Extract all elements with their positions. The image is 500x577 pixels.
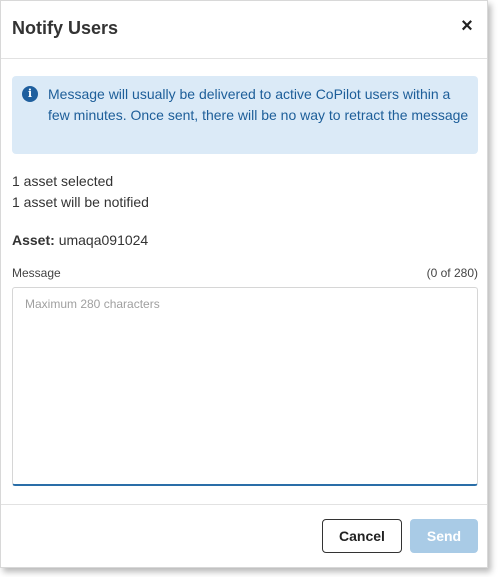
character-counter: (0 of 280): [426, 266, 478, 280]
dialog-title: Notify Users: [12, 18, 119, 38]
info-banner: i Message will usually be delivered to a…: [12, 76, 478, 154]
cancel-button[interactable]: Cancel: [322, 519, 402, 553]
message-textarea[interactable]: [12, 287, 478, 486]
notify-users-dialog: Notify Users × i Message will usually be…: [0, 0, 488, 568]
dialog-header: Notify Users ×: [1, 1, 487, 59]
assets-selected-text: 1 asset selected: [12, 173, 114, 189]
footer-divider: [1, 504, 487, 505]
asset-value: umaqa091024: [58, 232, 149, 248]
assets-notified-text: 1 asset will be notified: [12, 194, 149, 210]
message-label: Message: [12, 266, 61, 280]
info-banner-text: Message will usually be delivered to act…: [48, 86, 469, 123]
asset-row: Asset: umaqa091024: [12, 232, 148, 248]
asset-label: Asset:: [12, 232, 55, 248]
info-icon: i: [22, 86, 38, 102]
send-button[interactable]: Send: [410, 519, 478, 553]
close-icon[interactable]: ×: [457, 15, 477, 37]
